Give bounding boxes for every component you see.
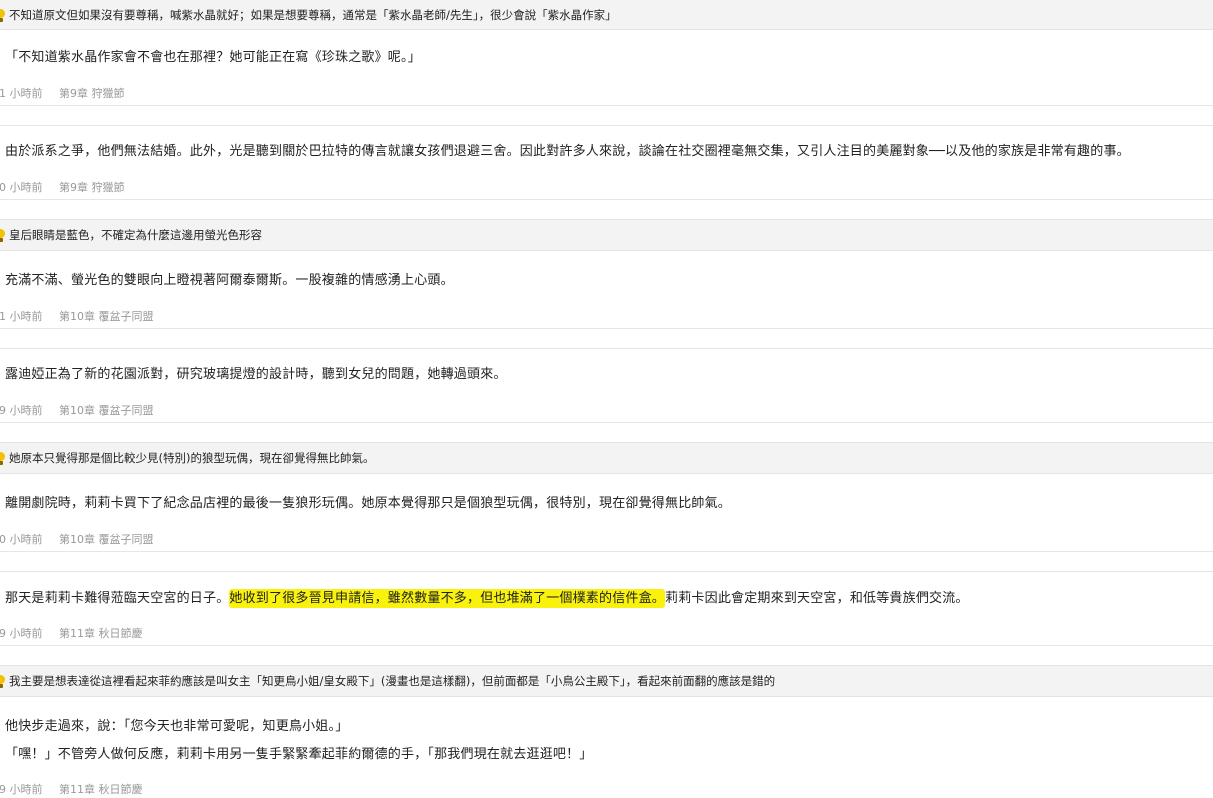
comment-meta: 0 小時前 第9章 狩獵節 bbox=[0, 179, 125, 195]
timestamp: 9 小時前 bbox=[0, 627, 43, 640]
comment-card: 皇后眼睛是藍色，不確定為什麼這邊用螢光色形容 bbox=[0, 219, 1213, 251]
note-text: 我主要是想表達從這裡看起來菲約應該是叫女主「知更鳥小姐/皇女殿下」(漫畫也是這樣… bbox=[9, 674, 776, 688]
paragraph-line[interactable]: 「不知道紫水晶作家會不會也在那裡？她可能正在寫《珍珠之歌》呢。」 bbox=[0, 46, 421, 65]
divider bbox=[0, 645, 1213, 646]
chapter-link[interactable]: 第10章 覆盆子同盟 bbox=[59, 308, 154, 324]
divider bbox=[0, 422, 1213, 423]
timestamp: 1 小時前 bbox=[0, 87, 43, 100]
comment-meta: 9 小時前 第11章 秋日節慶 bbox=[0, 625, 143, 641]
translator-note: 皇后眼睛是藍色，不確定為什麼這邊用螢光色形容 bbox=[0, 219, 1213, 251]
paragraph-line[interactable]: 露迪婭正為了新的花園派對，研究玻璃提燈的設計時，聽到女兒的問題，她轉過頭來。 bbox=[0, 363, 507, 382]
chapter-link[interactable]: 第9章 狩獵節 bbox=[59, 85, 125, 101]
comment-meta: 1 小時前 第9章 狩獵節 bbox=[0, 85, 125, 101]
divider bbox=[0, 348, 1213, 349]
divider bbox=[0, 328, 1213, 329]
divider bbox=[0, 105, 1213, 106]
chapter-link[interactable]: 第11章 秋日節慶 bbox=[59, 625, 143, 641]
paragraph-line[interactable]: 「嘿！」不管旁人做何反應，莉莉卡用另一隻手緊緊牽起菲約爾德的手，「那我們現在就去… bbox=[0, 743, 593, 762]
comment-card: 她原本只覺得那是個比較少見(特別)的狼型玩偶，現在卻覺得無比帥氣。 bbox=[0, 442, 1213, 474]
chapter-link[interactable]: 第10章 覆盆子同盟 bbox=[59, 402, 154, 418]
divider bbox=[0, 125, 1213, 126]
timestamp: 0 小時前 bbox=[0, 181, 43, 194]
paragraph-line[interactable]: 離開劇院時，莉莉卡買下了紀念品店裡的最後一隻狼形玩偶。她原本覺得那只是個狼型玩偶… bbox=[0, 492, 731, 511]
comment-meta: 9 小時前 第11章 秋日節慶 bbox=[0, 781, 143, 797]
text-segment: 那天是莉莉卡難得蒞臨天空宮的日子。 bbox=[5, 591, 230, 606]
chapter-link[interactable]: 第9章 狩獵節 bbox=[59, 179, 125, 195]
highlighted-text[interactable]: 她收到了很多晉見申請信，雖然數量不多，但也堆滿了一個樸素的信件盒。 bbox=[229, 589, 666, 608]
chapter-link[interactable]: 第10章 覆盆子同盟 bbox=[59, 531, 154, 547]
timestamp: 1 小時前 bbox=[0, 310, 43, 323]
paragraph-line[interactable]: 他快步走過來，說：「您今天也非常可愛呢，知更鳥小姐。」 bbox=[0, 715, 348, 734]
comment-meta: 1 小時前 第10章 覆盆子同盟 bbox=[0, 308, 154, 324]
translator-note: 我主要是想表達從這裡看起來菲約應該是叫女主「知更鳥小姐/皇女殿下」(漫畫也是這樣… bbox=[0, 665, 1213, 697]
lightbulb-icon bbox=[0, 670, 6, 692]
lightbulb-icon bbox=[0, 224, 6, 246]
paragraph-line[interactable]: 那天是莉莉卡難得蒞臨天空宮的日子。她收到了很多晉見申請信，雖然數量不多，但也堆滿… bbox=[0, 587, 969, 608]
chapter-link[interactable]: 第11章 秋日節慶 bbox=[59, 781, 143, 797]
translator-note: 不知道原文但如果沒有要尊稱，喊紫水晶就好；如果是想要尊稱，通常是「紫水晶老師/先… bbox=[0, 0, 1213, 30]
divider bbox=[0, 551, 1213, 552]
timestamp: 0 小時前 bbox=[0, 533, 43, 546]
lightbulb-icon bbox=[0, 447, 6, 469]
divider bbox=[0, 199, 1213, 200]
translator-note: 她原本只覺得那是個比較少見(特別)的狼型玩偶，現在卻覺得無比帥氣。 bbox=[0, 442, 1213, 474]
timestamp: 9 小時前 bbox=[0, 404, 43, 417]
lightbulb-icon bbox=[0, 4, 6, 26]
text-segment: 莉莉卡因此會定期來到天空宮，和低等貴族們交流。 bbox=[665, 591, 969, 606]
timestamp: 9 小時前 bbox=[0, 783, 43, 796]
note-text: 皇后眼睛是藍色，不確定為什麼這邊用螢光色形容 bbox=[9, 228, 262, 242]
divider bbox=[0, 571, 1213, 572]
note-text: 不知道原文但如果沒有要尊稱，喊紫水晶就好；如果是想要尊稱，通常是「紫水晶老師/先… bbox=[9, 7, 617, 22]
comment-meta: 9 小時前 第10章 覆盆子同盟 bbox=[0, 402, 154, 418]
comment-card: 不知道原文但如果沒有要尊稱，喊紫水晶就好；如果是想要尊稱，通常是「紫水晶老師/先… bbox=[0, 0, 1213, 30]
note-text: 她原本只覺得那是個比較少見(特別)的狼型玩偶，現在卻覺得無比帥氣。 bbox=[9, 451, 375, 465]
paragraph-line[interactable]: 充滿不滿、螢光色的雙眼向上瞪視著阿爾泰爾斯。一股複雜的情感湧上心頭。 bbox=[0, 269, 454, 288]
comment-meta: 0 小時前 第10章 覆盆子同盟 bbox=[0, 531, 154, 547]
comment-card: 我主要是想表達從這裡看起來菲約應該是叫女主「知更鳥小姐/皇女殿下」(漫畫也是這樣… bbox=[0, 665, 1213, 697]
paragraph-line[interactable]: 由於派系之爭，他們無法結婚。此外，光是聽到關於巴拉特的傳言就讓女孩們退避三舍。因… bbox=[0, 140, 1130, 159]
